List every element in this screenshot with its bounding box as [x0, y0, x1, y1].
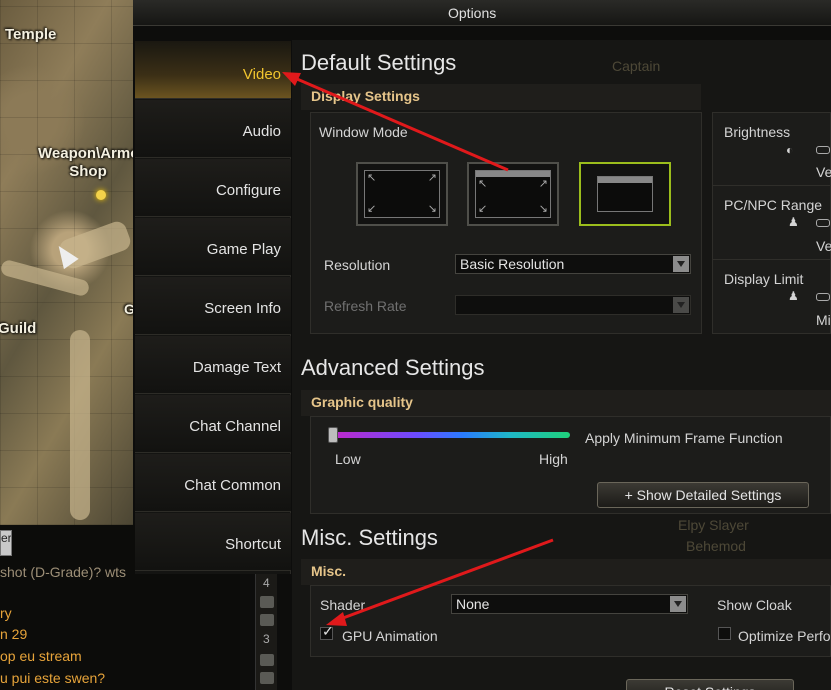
shop-marker-icon [96, 190, 106, 200]
pcnpc-range-value: Ve [816, 238, 831, 254]
misc-header: Misc. [301, 559, 831, 585]
checkmark-icon: ✓ [322, 623, 334, 639]
map-label-shop: Weapon\Armor Shop [38, 145, 133, 181]
menu-item-screen-info[interactable]: Screen Info [135, 277, 291, 335]
pcnpc-range-label: PC/NPC Range [724, 197, 823, 213]
minimap[interactable]: Temple Weapon\Armor Shop Guild Grocery [0, 0, 133, 525]
background-name: Elpy Slayer [678, 517, 749, 533]
window-mode-fullscreen-window-button[interactable]: ↖ ↗ ↙ ↘ [467, 162, 559, 226]
display-settings-header: Display Settings [301, 84, 701, 110]
optimize-performance-checkbox[interactable] [718, 627, 731, 640]
map-label-shop-line1: Weapon\Armor [38, 145, 133, 162]
display-limit-slider[interactable] [816, 293, 830, 301]
person-icon: ♟ [788, 289, 799, 303]
shader-label: Shader [320, 597, 366, 613]
options-title-bar[interactable]: Options [133, 0, 831, 26]
show-detailed-settings-button[interactable]: + Show Detailed Settings [597, 482, 809, 508]
chat-line: op eu stream [0, 648, 82, 664]
display-limit-value: Mi [816, 312, 831, 328]
divider [712, 185, 831, 186]
chat-scrollbar[interactable]: 4 3 [255, 560, 277, 690]
chevron-down-icon[interactable] [673, 297, 689, 313]
expand-tl-icon: ↖ [478, 178, 488, 190]
resolution-label: Resolution [324, 257, 391, 273]
background-name: Behemod [686, 538, 746, 554]
shader-select[interactable]: None [451, 594, 688, 614]
menu-item-shortcut[interactable]: Shortcut [135, 513, 291, 571]
refresh-rate-label: Refresh Rate [324, 298, 407, 314]
map-label-temple: Temple [5, 26, 57, 43]
section-title-misc: Misc. Settings [301, 525, 438, 550]
map-label-guild: Guild [0, 320, 37, 337]
expand-bl-icon: ↙ [367, 203, 377, 215]
chat-tab-button[interactable]: er [0, 530, 12, 556]
window-mode-windowed-button[interactable] [579, 162, 671, 226]
reset-settings-button[interactable]: Reset Settings [626, 679, 794, 690]
chat-line: shot (D-Grade)? wts [0, 564, 127, 580]
brightness-icon: ◐ [786, 143, 794, 157]
pcnpc-range-slider[interactable] [816, 219, 830, 227]
chat-page-number: 3 [263, 632, 270, 646]
window-title: Options [448, 5, 497, 21]
graphic-quality-handle[interactable] [328, 427, 338, 443]
titlebar-icon [476, 171, 550, 177]
brightness-box [712, 112, 831, 334]
divider [712, 259, 831, 260]
section-title-default: Default Settings [301, 50, 457, 75]
resolution-value: Basic Resolution [460, 256, 565, 272]
chat-line: ry [0, 605, 12, 621]
graphic-quality-low-label: Low [335, 451, 361, 467]
menu-item-chat-common[interactable]: Chat Common [135, 454, 291, 512]
refresh-rate-select[interactable] [455, 295, 691, 315]
shader-value: None [456, 596, 490, 612]
menu-item-video[interactable]: Video [135, 41, 291, 99]
graphic-quality-header: Graphic quality [301, 390, 831, 416]
section-title-advanced: Advanced Settings [301, 355, 485, 380]
window-mode-fullscreen-button[interactable]: ↖ ↗ ↙ ↘ [356, 162, 448, 226]
expand-tr-icon: ↗ [538, 178, 548, 190]
gpu-animation-checkbox[interactable]: ✓ [320, 623, 334, 640]
menu-item-chat-channel[interactable]: Chat Channel [135, 395, 291, 453]
expand-tr-icon: ↗ [427, 172, 437, 184]
scroll-up-icon[interactable] [260, 654, 274, 666]
gpu-animation-label: GPU Animation [342, 628, 438, 644]
optimize-performance-label: Optimize Perfo [738, 628, 831, 644]
expand-br-icon: ↘ [427, 203, 437, 215]
chat-line: u pui este swen? [0, 670, 106, 686]
options-menu: Video Audio Configure Game Play Screen I… [135, 41, 291, 574]
expand-bl-icon: ↙ [478, 203, 488, 215]
expand-br-icon: ↘ [538, 203, 548, 215]
expand-tl-icon: ↖ [367, 172, 377, 184]
min-frame-label: Apply Minimum Frame Function [585, 430, 783, 446]
brightness-slider[interactable] [816, 146, 830, 154]
titlebar-icon [598, 177, 652, 183]
display-limit-label: Display Limit [724, 271, 804, 287]
scroll-up-icon[interactable] [260, 596, 274, 608]
show-cloak-label: Show Cloak [717, 597, 792, 613]
menu-item-damage-text[interactable]: Damage Text [135, 336, 291, 394]
map-label-shop-line2: Shop [69, 163, 107, 180]
map-label-grocery: Grocery [124, 301, 133, 317]
scroll-down-icon[interactable] [260, 672, 274, 684]
graphic-quality-slider[interactable] [332, 432, 570, 438]
brightness-label: Brightness [724, 124, 791, 140]
menu-item-configure[interactable]: Configure [135, 159, 291, 217]
menu-item-game-play[interactable]: Game Play [135, 218, 291, 276]
resolution-select[interactable]: Basic Resolution [455, 254, 691, 274]
person-icon: ♟ [788, 215, 799, 229]
brightness-value: Ve [816, 164, 831, 180]
graphic-quality-high-label: High [539, 451, 568, 467]
window-mode-label: Window Mode [319, 124, 408, 140]
chat-page-number: 4 [263, 576, 270, 590]
background-name: Captain [612, 58, 661, 74]
chevron-down-icon[interactable] [673, 256, 689, 272]
scroll-down-icon[interactable] [260, 614, 274, 626]
chat-line: n 29 [0, 626, 28, 642]
menu-item-audio[interactable]: Audio [135, 100, 291, 158]
chevron-down-icon[interactable] [670, 596, 686, 612]
